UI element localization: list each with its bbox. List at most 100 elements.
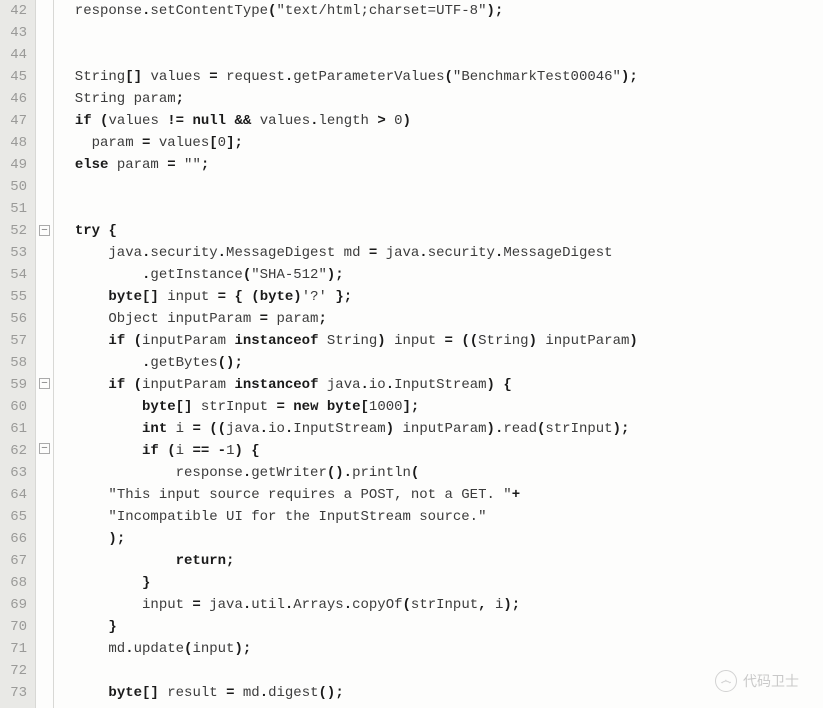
code-line[interactable]: java.security.MessageDigest md = java.se… — [58, 242, 823, 264]
line-number: 65 — [4, 506, 27, 528]
code-line[interactable] — [58, 22, 823, 44]
fold-spacer — [36, 198, 53, 220]
fold-spacer — [36, 351, 53, 373]
code-line[interactable]: int i = ((java.io.InputStream) inputPara… — [58, 418, 823, 440]
fold-spacer — [36, 635, 53, 657]
code-line[interactable]: byte[] result = md.digest(); — [58, 682, 823, 704]
fold-spacer — [36, 416, 53, 438]
code-line[interactable]: Object inputParam = param; — [58, 308, 823, 330]
fold-spacer — [36, 285, 53, 307]
fold-spacer — [36, 591, 53, 613]
line-number: 71 — [4, 638, 27, 660]
fold-toggle-icon[interactable]: − — [39, 378, 50, 389]
fold-column[interactable]: − − − — [36, 0, 54, 708]
line-number: 69 — [4, 594, 27, 616]
code-line[interactable]: String param; — [58, 88, 823, 110]
fold-spacer — [36, 0, 53, 22]
code-line[interactable]: md.update(input); — [58, 638, 823, 660]
line-number: 58 — [4, 352, 27, 374]
fold-spacer — [36, 459, 53, 481]
fold-spacer — [36, 329, 53, 351]
line-number: 70 — [4, 616, 27, 638]
code-line[interactable]: "Incompatible UI for the InputStream sou… — [58, 506, 823, 528]
code-line[interactable] — [58, 660, 823, 682]
line-number: 61 — [4, 418, 27, 440]
code-line[interactable]: try { — [58, 220, 823, 242]
code-line[interactable]: if (inputParam instanceof String) input … — [58, 330, 823, 352]
code-line[interactable]: input = java.util.Arrays.copyOf(strInput… — [58, 594, 823, 616]
line-number-gutter: 4243444546474849505152535455565758596061… — [0, 0, 36, 708]
fold-toggle-icon[interactable]: − — [39, 443, 50, 454]
code-line[interactable]: .getBytes(); — [58, 352, 823, 374]
code-line[interactable]: else param = ""; — [58, 154, 823, 176]
line-number: 42 — [4, 0, 27, 22]
code-line[interactable]: "This input source requires a POST, not … — [58, 484, 823, 506]
code-line[interactable]: return; — [58, 550, 823, 572]
code-line[interactable] — [58, 44, 823, 66]
line-number: 67 — [4, 550, 27, 572]
line-number: 53 — [4, 242, 27, 264]
fold-spacer — [36, 154, 53, 176]
fold-spacer — [36, 110, 53, 132]
line-number: 66 — [4, 528, 27, 550]
line-number: 63 — [4, 462, 27, 484]
code-line[interactable]: ); — [58, 528, 823, 550]
fold-spacer — [36, 613, 53, 635]
code-line[interactable]: response.setContentType("text/html;chars… — [58, 0, 823, 22]
fold-spacer — [36, 176, 53, 198]
fold-spacer — [36, 547, 53, 569]
fold-spacer — [36, 66, 53, 88]
code-line[interactable]: } — [58, 572, 823, 594]
fold-spacer — [36, 44, 53, 66]
line-number: 51 — [4, 198, 27, 220]
code-line[interactable]: if (values != null && values.length > 0) — [58, 110, 823, 132]
fold-spacer — [36, 307, 53, 329]
line-number: 45 — [4, 66, 27, 88]
code-line[interactable] — [58, 198, 823, 220]
fold-spacer — [36, 263, 53, 285]
code-line[interactable]: if (inputParam instanceof java.io.InputS… — [58, 374, 823, 396]
line-number: 48 — [4, 132, 27, 154]
line-number: 52 — [4, 220, 27, 242]
code-line[interactable]: response.getWriter().println( — [58, 462, 823, 484]
fold-spacer — [36, 22, 53, 44]
line-number: 43 — [4, 22, 27, 44]
line-number: 56 — [4, 308, 27, 330]
fold-spacer — [36, 679, 53, 701]
code-line[interactable]: .getInstance("SHA-512"); — [58, 264, 823, 286]
fold-spacer — [36, 88, 53, 110]
fold-spacer — [36, 394, 53, 416]
code-line[interactable]: byte[] input = { (byte)'?' }; — [58, 286, 823, 308]
line-number: 46 — [4, 88, 27, 110]
code-line[interactable] — [58, 176, 823, 198]
fold-spacer — [36, 569, 53, 591]
line-number: 47 — [4, 110, 27, 132]
line-number: 64 — [4, 484, 27, 506]
line-number: 68 — [4, 572, 27, 594]
line-number: 44 — [4, 44, 27, 66]
code-area[interactable]: response.setContentType("text/html;chars… — [54, 0, 823, 708]
fold-spacer — [36, 481, 53, 503]
watermark: ෴ 代码卫士 — [715, 670, 799, 692]
code-editor[interactable]: 4243444546474849505152535455565758596061… — [0, 0, 823, 708]
line-number: 59 — [4, 374, 27, 396]
line-number: 49 — [4, 154, 27, 176]
line-number: 50 — [4, 176, 27, 198]
code-line[interactable]: byte[] strInput = new byte[1000]; — [58, 396, 823, 418]
code-line[interactable]: } — [58, 616, 823, 638]
line-number: 72 — [4, 660, 27, 682]
fold-spacer — [36, 132, 53, 154]
fold-spacer — [36, 525, 53, 547]
line-number: 57 — [4, 330, 27, 352]
code-line[interactable]: if (i == -1) { — [58, 440, 823, 462]
line-number: 55 — [4, 286, 27, 308]
fold-spacer — [36, 241, 53, 263]
code-line[interactable]: String[] values = request.getParameterVa… — [58, 66, 823, 88]
code-line[interactable]: param = values[0]; — [58, 132, 823, 154]
line-number: 60 — [4, 396, 27, 418]
wechat-icon: ෴ — [715, 670, 737, 692]
fold-toggle-icon[interactable]: − — [39, 225, 50, 236]
line-number: 73 — [4, 682, 27, 704]
line-number: 54 — [4, 264, 27, 286]
watermark-text: 代码卫士 — [743, 671, 799, 691]
